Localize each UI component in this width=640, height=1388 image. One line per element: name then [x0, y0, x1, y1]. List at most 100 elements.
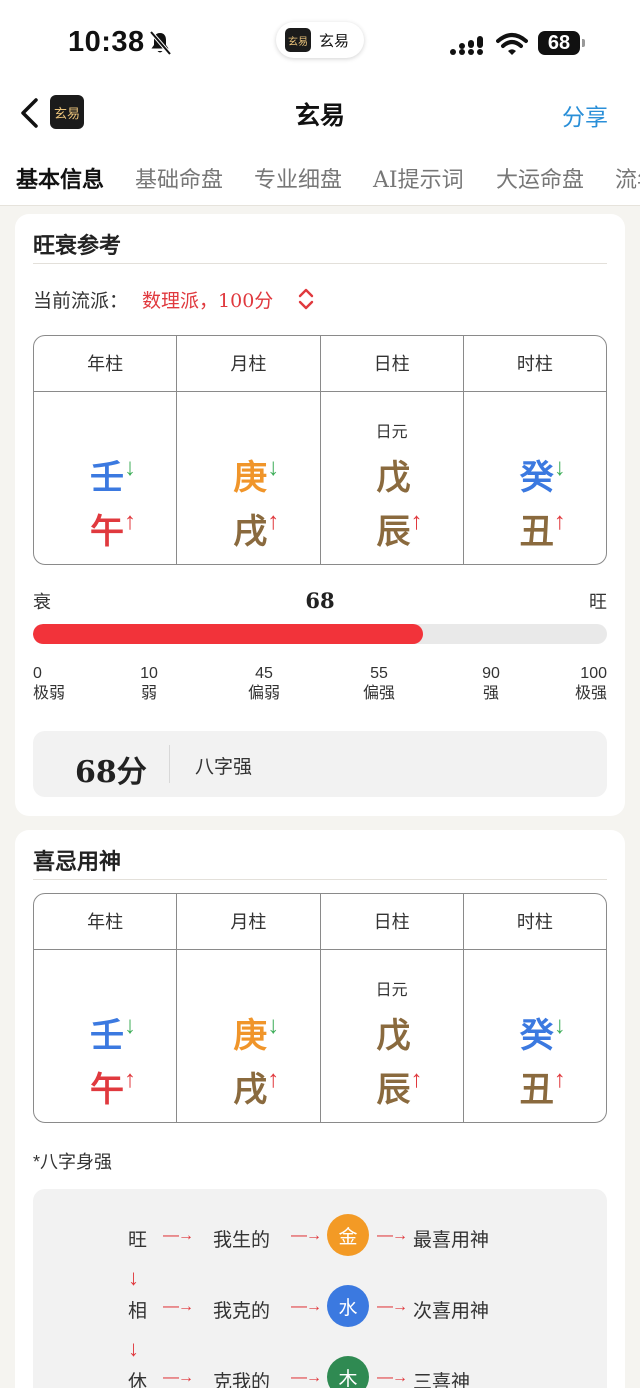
pillar-grid: 年柱 月柱 日柱 时柱 壬 ↓ 午 ↑ 庚 ↓ 戌 ↑ 日元 戊 辰 ↑ 癸 ↓… — [33, 335, 607, 565]
up-arrow-icon: ↑ — [410, 508, 423, 535]
element-relation-chart: 旺 —→ 我生的 —→ 金 —→ 最喜用神 ↓ 相 —→ 我克的 —→ 水 —→… — [33, 1189, 607, 1388]
pillar-header: 月柱 — [177, 894, 321, 949]
pillar-header: 时柱 — [516, 912, 553, 932]
pillar-header: 日柱 — [321, 336, 464, 391]
status-time: 10:38 — [68, 26, 145, 58]
earthly-branch: 丑 — [519, 1070, 554, 1110]
page-title: 玄易 — [294, 101, 345, 130]
pillar-hour: 癸 ↓ 丑 ↑ — [464, 392, 606, 564]
pillar-header-row: 年柱 月柱 日柱 时柱 — [34, 336, 606, 392]
relation-label: 我生的 — [213, 1230, 271, 1251]
earthly-branch: 午 — [90, 512, 124, 552]
pillar-month: 庚 ↓ 戌 ↑ — [177, 950, 321, 1122]
strength-score: 68 — [305, 588, 335, 613]
heavenly-stem: 庚 — [233, 1016, 268, 1056]
heavenly-stem: 癸 — [519, 458, 554, 498]
score-description: 八字强 — [195, 757, 253, 778]
pillar-day: 日元 戊 辰 ↑ — [321, 392, 464, 564]
heavenly-stem: 壬 — [90, 458, 124, 498]
pillar-body-row: 壬 ↓ 午 ↑ 庚 ↓ 戌 ↑ 日元 戊 辰 ↑ 癸 ↓ 丑 ↑ — [34, 392, 606, 564]
strength-progress-bar — [33, 624, 607, 644]
up-arrow-icon: ↑ — [267, 508, 280, 535]
score-text: 68分 — [75, 755, 147, 790]
up-down-chevron-icon[interactable] — [295, 287, 317, 311]
pillar-header: 日柱 — [321, 894, 464, 949]
cellular-signal-icon — [450, 36, 483, 55]
scale-tick: 90 强 — [482, 665, 500, 702]
island-app-name: 玄易 — [319, 31, 350, 50]
favorable-title: 喜忌用神 — [33, 849, 122, 875]
pillar-year: 壬 ↓ 午 ↑ — [34, 392, 178, 564]
pillar-header: 年柱 — [34, 336, 178, 391]
strong-label: 旺 — [589, 592, 607, 613]
battery-indicator: 68 — [538, 31, 585, 55]
dynamic-island-app[interactable]: 玄易 玄易 — [276, 22, 364, 58]
down-arrow-icon: ↓ — [267, 454, 280, 481]
scale-tick: 45 偏弱 — [247, 665, 280, 702]
result-label: 三喜神 — [413, 1372, 471, 1388]
right-arrow-icon: —→ — [377, 1298, 408, 1315]
heavenly-stem: 戊 — [376, 1016, 411, 1056]
earthly-branch: 丑 — [519, 512, 554, 552]
favorable-card: 喜忌用神 年柱 月柱 日柱 时柱 壬 ↓ 午 ↑ 庚 ↓ 戌 ↑ 日元 戊 辰 … — [15, 830, 625, 1388]
result-label: 最喜用神 — [413, 1230, 490, 1251]
earthly-branch: 辰 — [376, 1070, 411, 1110]
day-master-label: 日元 — [375, 424, 408, 441]
right-arrow-icon: —→ — [291, 1227, 322, 1244]
up-arrow-icon: ↑ — [553, 1066, 566, 1093]
pillar-hour: 癸 ↓ 丑 ↑ — [464, 950, 606, 1122]
share-button[interactable]: 分享 — [562, 98, 608, 132]
status-bar: 10:38 玄易 玄易 68 — [0, 0, 640, 84]
wifi-icon — [496, 33, 528, 55]
school-selector[interactable]: 当前流派： 数理派，100分 — [33, 286, 314, 313]
scale-tick: 0 极弱 — [33, 665, 66, 702]
pillar-header: 时柱 — [516, 354, 553, 374]
tab-basic-info[interactable]: 基本信息 — [16, 162, 104, 194]
pillar-grid: 年柱 月柱 日柱 时柱 壬 ↓ 午 ↑ 庚 ↓ 戌 ↑ 日元 戊 辰 ↑ 癸 ↓… — [33, 893, 607, 1123]
down-arrow-icon: ↓ — [128, 1336, 139, 1361]
earthly-branch: 戌 — [233, 512, 268, 552]
school-value: 数理派，100分 — [142, 290, 274, 312]
score-summary: 68分 八字强 — [33, 731, 607, 797]
right-arrow-icon: —→ — [291, 1298, 322, 1315]
heavenly-stem: 庚 — [233, 458, 268, 498]
pillar-day: 日元 戊 辰 ↑ — [321, 950, 464, 1122]
right-arrow-icon: —→ — [377, 1369, 408, 1386]
nav-bar: 玄易 玄易 分享 — [0, 84, 640, 144]
relation-label: 我克的 — [213, 1301, 271, 1322]
bell-muted-icon — [149, 30, 172, 56]
tab-ai-prompt[interactable]: AI提示词 — [373, 162, 464, 194]
pillar-header: 年柱 — [34, 894, 178, 949]
up-arrow-icon: ↑ — [124, 1066, 136, 1093]
right-arrow-icon: —→ — [163, 1298, 194, 1315]
divider — [33, 879, 607, 880]
tab-basic-chart[interactable]: 基础命盘 — [135, 162, 223, 194]
tab-pro-chart[interactable]: 专业细盘 — [254, 162, 342, 194]
tab-annual[interactable]: 流年 — [615, 162, 640, 194]
scale-tick: 10 弱 — [140, 665, 158, 702]
right-arrow-icon: —→ — [163, 1227, 194, 1244]
day-master-label: 日元 — [375, 982, 408, 999]
down-arrow-icon: ↓ — [128, 1265, 139, 1290]
strength-card: 旺衰参考 当前流派： 数理派，100分 年柱 月柱 日柱 时柱 壬 ↓ 午 ↑ 庚… — [15, 214, 625, 816]
down-arrow-icon: ↓ — [124, 454, 136, 481]
up-arrow-icon: ↑ — [267, 1066, 280, 1093]
pillar-header-row: 年柱 月柱 日柱 时柱 — [34, 894, 606, 950]
tab-luck-chart[interactable]: 大运命盘 — [496, 162, 584, 194]
divider — [169, 745, 170, 783]
tab-bar: 基本信息 基础命盘 专业细盘 AI提示词 大运命盘 流年 — [0, 144, 640, 206]
earthly-branch: 午 — [90, 1070, 124, 1110]
down-arrow-icon: ↓ — [553, 454, 566, 481]
result-label: 次喜用神 — [413, 1301, 490, 1322]
up-arrow-icon: ↑ — [410, 1066, 423, 1093]
down-arrow-icon: ↓ — [553, 1012, 566, 1039]
scale-tick: 100 极强 — [574, 665, 607, 702]
right-arrow-icon: —→ — [377, 1227, 408, 1244]
right-arrow-icon: —→ — [291, 1369, 322, 1386]
strength-note: *八字身强 — [33, 1152, 113, 1172]
state-label: 休 — [128, 1372, 148, 1388]
down-arrow-icon: ↓ — [267, 1012, 280, 1039]
state-label: 旺 — [128, 1230, 148, 1251]
earthly-branch: 戌 — [233, 1070, 268, 1110]
up-arrow-icon: ↑ — [553, 508, 566, 535]
